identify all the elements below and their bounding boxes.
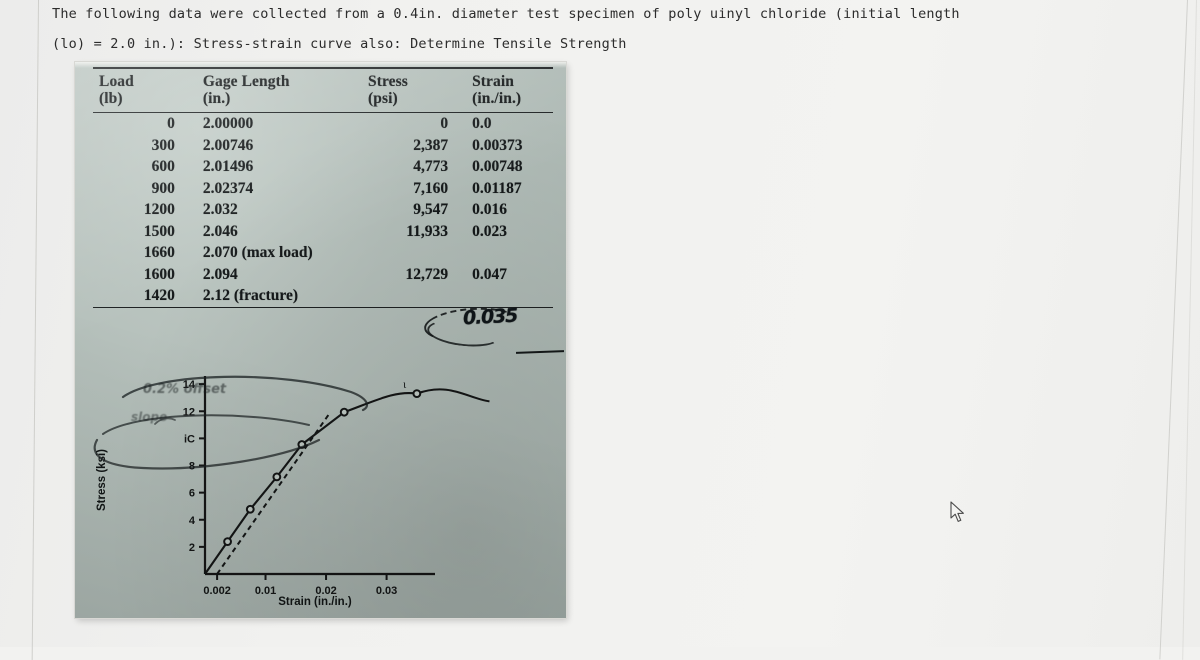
table-cell-load: 1500 (143, 222, 175, 240)
table-cell-strain: 0.0 (472, 115, 492, 132)
table-header-strain: Strain (in./in.) (458, 68, 553, 110)
table-cell-strain: 0.01187 (472, 179, 522, 197)
chart-x-tick-label: 0.03 (376, 585, 397, 597)
table-cell-load: 1660 (143, 244, 175, 261)
table-header-strain-title: Strain (472, 73, 515, 90)
chart-y-tick-label: 12 (183, 406, 195, 418)
table-row: 1660 2.070 (max load) (93, 242, 553, 264)
table-header-gage-title: Gage Length (202, 73, 290, 90)
chart-y-tick-label: 6 (189, 488, 195, 500)
table-header-stress: Stress (psi) (364, 68, 458, 110)
page-rule-line-right-2 (1182, 0, 1197, 660)
table-cell-strain (458, 285, 553, 308)
chart-data-point (245, 504, 255, 514)
chart-data-point (339, 407, 349, 417)
chart-y-ticks: 2468iC1214 (183, 379, 205, 554)
chart-y-axis-label: Stress (ksi) (96, 449, 108, 511)
table-header-strain-unit: (in./in.) (472, 90, 522, 107)
table-row: 1500 2.046 11,933 0.023 (93, 221, 553, 243)
table-cell-stress: 4,773 (413, 158, 449, 175)
table-cell-strain: 0.016 (472, 201, 507, 218)
table-cell-load: 900 (151, 179, 175, 197)
table-header-stress-title: Stress (368, 73, 408, 90)
table-row: 1600 2.094 12,729 0.047 (93, 264, 553, 286)
page-canvas: The following data were collected from a… (0, 0, 1200, 660)
table-cell-gage-length: 2.032 (202, 201, 238, 218)
page-rule-line-left (31, 0, 40, 660)
table-body: 0 2.00000 0 0.0 300 2.00746 2,387 0.00373 600 2.0… (93, 113, 553, 308)
chart-handwritten-note-1: 0.2% offset (143, 382, 227, 397)
stress-strain-data-table: Load (lb) Gage Length (in.) Stress (psi) (93, 67, 553, 308)
chart-x-tick-label: 0.002 (203, 585, 231, 597)
chart-svg: 2468iC1214 0.002 0.01 0.02 0.03 Strain (in.… (96, 376, 490, 608)
table-cell-strain (458, 242, 553, 264)
table-cell-gage-length: 2.01496 (202, 158, 254, 175)
table-row: 600 2.01496 4,773 0.00748 (93, 156, 553, 178)
chart-x-ticks: 0.002 0.01 0.02 0.03 (203, 574, 397, 597)
table-cell-gage-length: 2.070 (max load) (202, 244, 313, 261)
table-row: 1420 2.12 (fracture) (93, 285, 553, 308)
table-cell-load: 600 (151, 158, 175, 175)
chart-ink-group: 2468iC1214 0.002 0.01 0.02 0.03 (183, 376, 490, 597)
stress-strain-chart: 2 4 6 8 iC 12 14 0.002 0.01 0.02 0.03 Strain (in.… (83, 362, 553, 612)
table-row: 1200 2.032 9,547 0.016 (93, 199, 553, 221)
chart-y-tick-label: 8 (189, 461, 195, 473)
table-cell-stress (364, 285, 459, 308)
handwritten-underline-mark (515, 350, 565, 354)
table-row: 900 2.02374 7,160 0.01187 (93, 178, 553, 200)
chart-y-tick-label: 2 (189, 542, 195, 554)
table-cell-gage-length: 2.046 (202, 222, 238, 240)
table-cell-load: 1600 (143, 265, 175, 283)
table-row: 0 2.00000 0 0.0 (93, 113, 553, 135)
textbook-photo: Load (lb) Gage Length (in.) Stress (psi) (75, 62, 566, 618)
chart-data-point (412, 389, 422, 399)
table-cell-load: 0 (167, 115, 175, 132)
table-cell-stress: 0 (440, 115, 449, 132)
table-cell-stress: 9,547 (413, 201, 449, 218)
chart-y-tick-label: iC (184, 433, 195, 445)
table-row: 300 2.00746 2,387 0.00373 (93, 135, 553, 157)
chart-data-point (223, 537, 232, 547)
table-cell-stress: 11,933 (406, 222, 449, 240)
chart-offset-line (216, 413, 330, 575)
table-cell-stress: 2,387 (413, 136, 449, 154)
table-cell-gage-length: 2.02374 (202, 179, 254, 197)
mouse-cursor-arrow-icon (950, 501, 964, 522)
table-header-load-title: Load (99, 73, 134, 90)
chart-data-point (272, 472, 282, 482)
table-cell-gage-length: 2.00746 (202, 136, 254, 154)
table-cell-stress (364, 242, 458, 264)
handwritten-strain-value: 0.035 (462, 304, 518, 330)
table-cell-gage-length: 2.094 (202, 265, 238, 283)
table-cell-strain: 0.047 (472, 265, 507, 283)
table-header-load: Load (lb) (93, 68, 197, 110)
chart-y-tick-label: 4 (189, 515, 196, 527)
table-cell-load: 300 (151, 136, 175, 154)
table-cell-strain: 0.00373 (472, 136, 523, 154)
question-text-line-2: (lo) = 2.0 in.): Stress-strain curve als… (52, 36, 627, 52)
table-cell-gage-length: 2.00000 (202, 115, 254, 132)
table-cell-stress: 7,160 (413, 179, 449, 197)
table-header-load-unit: (lb) (99, 90, 123, 107)
table-cell-gage-length: 2.12 (fracture) (196, 285, 364, 308)
chart-handwritten-note-2: slope (131, 410, 168, 424)
table-cell-strain: 0.023 (472, 222, 507, 240)
table-cell-load: 1420 (93, 285, 197, 308)
table-header-gage-length: Gage Length (in.) (197, 68, 364, 110)
table-cell-strain: 0.00748 (472, 158, 523, 175)
table-cell-load: 1200 (143, 201, 175, 218)
question-text-line-1: The following data were collected from a… (52, 6, 960, 22)
table-cell-stress: 12,729 (405, 265, 449, 283)
chart-x-axis-label: Strain (in./in.) (278, 596, 352, 608)
table-header-stress-unit: (psi) (368, 90, 398, 107)
chart-stress-strain-curve (204, 388, 490, 575)
table-header-gage-unit: (in.) (202, 90, 231, 107)
chart-data-point (297, 440, 307, 449)
chart-x-tick-label: 0.01 (255, 585, 276, 597)
